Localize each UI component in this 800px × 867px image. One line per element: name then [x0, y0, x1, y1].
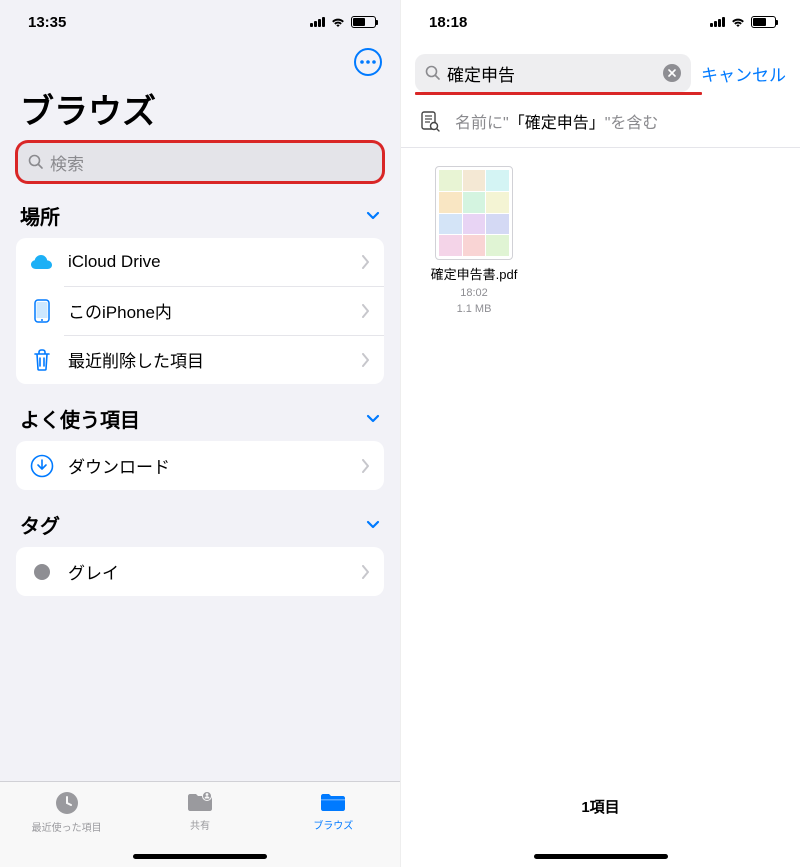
tab-recents[interactable]: 最近使った項目 [0, 782, 133, 867]
file-name: 確定申告書.pdf [431, 264, 518, 283]
chevron-right-icon [362, 304, 370, 318]
favorites-header[interactable]: よく使う項目 [0, 404, 400, 441]
battery-icon [351, 16, 376, 28]
file-thumbnail [435, 166, 513, 260]
search-screen: 18:18 確定申告 キャンセル 名前に"「確定申告」"を含む [400, 0, 800, 867]
browse-screen: 13:35 ブラウズ 検索 場所 [0, 0, 400, 867]
wifi-icon [330, 16, 346, 28]
signal-icon [310, 17, 325, 27]
folder-icon [318, 790, 348, 814]
result-count: 1項目 [401, 796, 800, 817]
status-bar: 13:35 [0, 0, 400, 44]
search-input-active[interactable]: 確定申告 [415, 54, 691, 92]
row-label: ダウンロード [68, 453, 348, 478]
search-results: 確定申告書.pdf 18:02 1.1 MB [401, 148, 800, 333]
location-iphone[interactable]: このiPhone内 [16, 286, 384, 335]
row-label: このiPhone内 [68, 298, 348, 323]
section-title: 場所 [20, 201, 60, 230]
search-input[interactable]: 検索 [18, 143, 382, 181]
tab-label: 共有 [190, 817, 210, 832]
row-label: グレイ [68, 559, 348, 584]
battery-icon [751, 16, 776, 28]
cancel-button[interactable]: キャンセル [701, 61, 786, 86]
wifi-icon [730, 16, 746, 28]
home-indicator[interactable] [133, 854, 267, 859]
tab-browse[interactable]: ブラウズ [267, 782, 400, 867]
file-item[interactable]: 確定申告書.pdf 18:02 1.1 MB [419, 166, 529, 315]
trash-icon [30, 348, 54, 372]
favorites-section: よく使う項目 ダウンロード [0, 404, 400, 490]
signal-icon [710, 17, 725, 27]
tag-gray[interactable]: グレイ [16, 547, 384, 596]
row-label: 最近削除した項目 [68, 347, 348, 372]
close-icon [668, 69, 676, 77]
more-button[interactable] [354, 48, 382, 76]
status-bar: 18:18 [401, 0, 800, 44]
section-title: タグ [20, 510, 60, 539]
gray-dot-icon [30, 560, 54, 584]
suggestion-text: 名前に"「確定申告」"を含む [455, 109, 658, 133]
page-title: ブラウズ [0, 76, 400, 143]
section-title: よく使う項目 [20, 404, 140, 433]
tags-header[interactable]: タグ [0, 510, 400, 547]
home-indicator[interactable] [534, 854, 668, 859]
chevron-right-icon [362, 353, 370, 367]
chevron-right-icon [362, 459, 370, 473]
status-time: 13:35 [28, 14, 66, 31]
location-icloud[interactable]: iCloud Drive [16, 238, 384, 286]
document-search-icon [419, 110, 441, 132]
chevron-down-icon [366, 414, 380, 424]
status-indicators [710, 16, 776, 28]
status-indicators [310, 16, 376, 28]
status-time: 18:18 [429, 14, 467, 31]
chevron-down-icon [366, 211, 380, 221]
search-suggestion[interactable]: 名前に"「確定申告」"を含む [401, 95, 800, 148]
chevron-down-icon [366, 520, 380, 530]
chevron-right-icon [362, 255, 370, 269]
tags-section: タグ グレイ [0, 510, 400, 596]
search-icon [28, 154, 44, 170]
locations-header[interactable]: 場所 [0, 201, 400, 238]
locations-section: 場所 iCloud Drive このiPhone内 [0, 201, 400, 384]
download-icon [30, 454, 54, 478]
search-placeholder: 検索 [50, 150, 84, 175]
tab-label: ブラウズ [313, 817, 353, 832]
phone-icon [30, 299, 54, 323]
search-icon [425, 65, 441, 81]
tab-label: 最近使った項目 [32, 819, 102, 834]
row-label: iCloud Drive [68, 252, 348, 272]
clock-icon [54, 790, 80, 816]
tab-bar: 最近使った項目 共有 ブラウズ [0, 781, 400, 867]
search-value: 確定申告 [447, 61, 657, 86]
file-size: 1.1 MB [457, 303, 492, 315]
shared-folder-icon [185, 790, 215, 814]
file-time: 18:02 [460, 287, 488, 299]
favorites-downloads[interactable]: ダウンロード [16, 441, 384, 490]
clear-search-button[interactable] [663, 64, 681, 82]
chevron-right-icon [362, 565, 370, 579]
location-trash[interactable]: 最近削除した項目 [16, 335, 384, 384]
cloud-icon [30, 250, 54, 274]
